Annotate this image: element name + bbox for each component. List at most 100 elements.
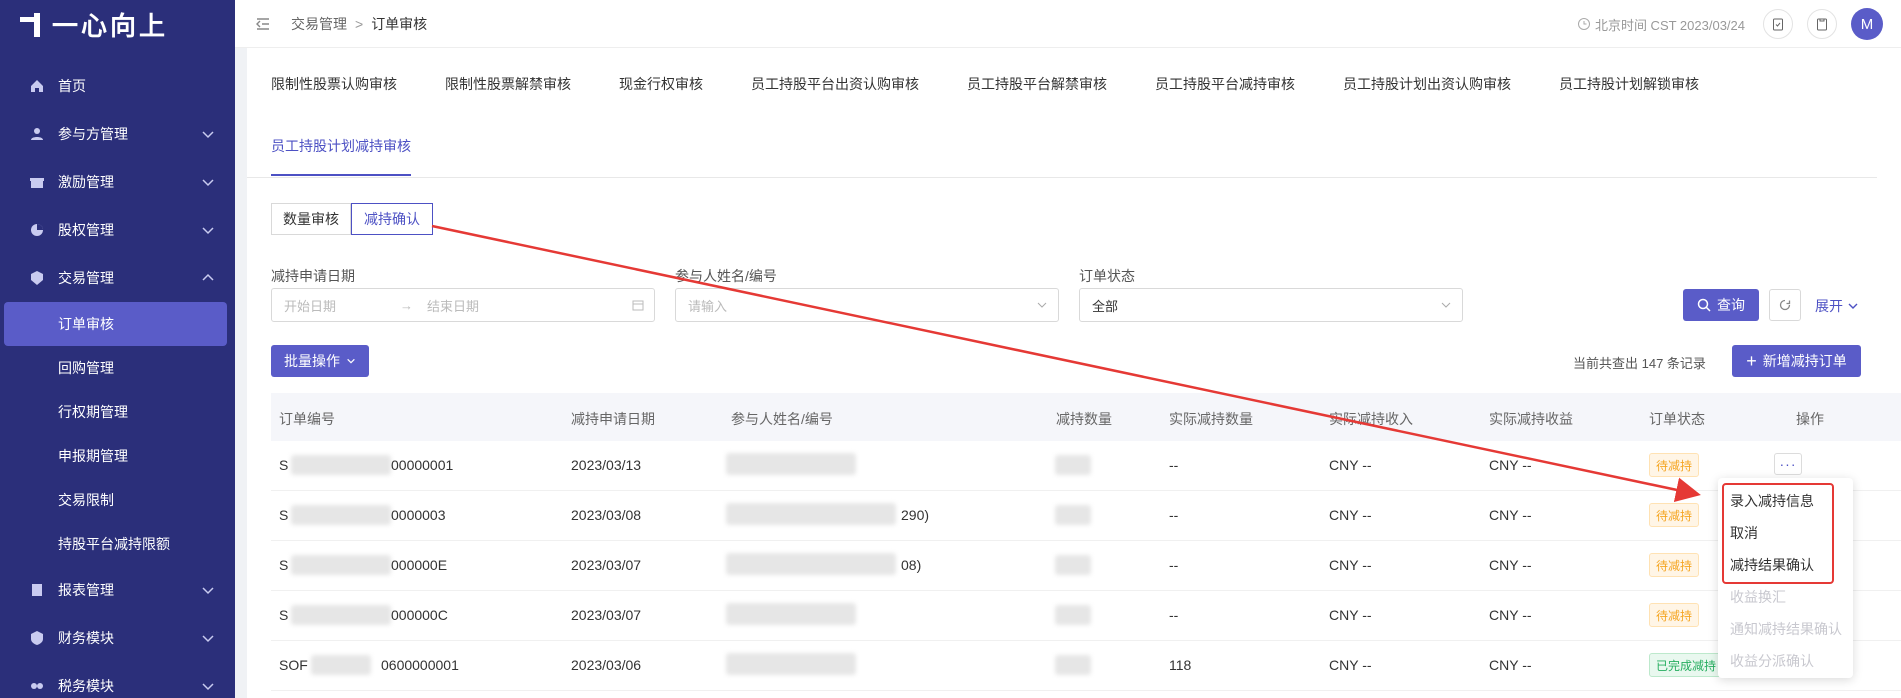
date-range-picker[interactable]: 开始日期 → 结束日期 [271,288,655,322]
clipboard-icon [1817,18,1827,31]
server-time: 北京时间 CST 2023/03/24 [1577,15,1745,34]
segment-reduce-confirm[interactable]: 减持确认 [351,203,433,235]
tab-plan-subscribe[interactable]: 员工持股计划出资认购审核 [1343,74,1511,94]
sidebar-item-label: 报表管理 [58,582,114,598]
status-filter-label: 订单状态 [1079,268,1135,284]
status-selected-value: 全部 [1092,298,1119,314]
status-badge: 已完成减持 [1649,653,1724,677]
top-header: 交易管理 > 订单审核 北京时间 CST 2023/03/24 M [235,0,1901,48]
breadcrumb-item[interactable]: 交易管理 [291,14,347,34]
actual-qty: 118 [1169,657,1192,673]
table-row[interactable]: S 0000003 2023/03/08 290) -- CNY -- CNY -- 待减持 [271,491,1901,541]
sidebar-item-label: 财务模块 [58,630,114,646]
chevron-down-icon [202,179,214,187]
actual-qty: -- [1169,557,1179,573]
chevron-down-icon [1441,302,1451,308]
notes-button[interactable] [1807,9,1837,39]
col-actual-profit: 实际减持收益 [1489,411,1573,427]
participant-select[interactable]: 请输入 [675,288,1059,322]
status-select[interactable]: 全部 [1079,288,1463,322]
sidebar-item-label: 参与方管理 [58,126,128,142]
reset-button[interactable] [1769,289,1801,321]
actual-qty: -- [1169,457,1179,473]
actual-qty: -- [1169,607,1179,623]
participant-placeholder: 请输入 [688,298,728,314]
order-id-suffix: 0000003 [391,507,446,523]
sidebar-item-finance[interactable]: 财务模块 [0,614,235,662]
task-button[interactable] [1763,9,1793,39]
calendar-icon [632,300,644,311]
actual-profit: CNY -- [1489,457,1532,473]
actual-income: CNY -- [1329,557,1372,573]
record-count: 当前共查出 147 条记录 [1573,356,1706,371]
order-id-suffix: 00000001 [391,457,454,473]
sidebar-item-incentive[interactable]: 激励管理 [0,158,235,206]
date-filter-label: 减持申请日期 [271,268,355,284]
segment-quantity-review[interactable]: 数量审核 [271,203,351,235]
sidebar-item-label: 激励管理 [58,174,114,190]
status-badge: 待减持 [1649,603,1700,627]
query-button[interactable]: 查询 [1683,289,1759,321]
sidebar-item-equity[interactable]: 股权管理 [0,206,235,254]
end-date-input[interactable]: 结束日期 [427,296,479,315]
batch-operation-button[interactable]: 批量操作 [271,345,369,377]
annotation-highlight-box [1722,483,1834,584]
apply-date: 2023/03/13 [571,457,642,473]
sidebar-item-trade[interactable]: 交易管理 [0,254,235,302]
sidebar-subitem-exercise-period[interactable]: 行权期管理 [0,390,235,434]
redacted-block [1055,505,1091,525]
tab-cash-exercise[interactable]: 现金行权审核 [619,74,703,94]
redacted-block [1055,655,1091,675]
apply-date: 2023/03/06 [571,657,642,673]
user-avatar[interactable]: M [1851,8,1883,40]
sidebar-subitem-order-review[interactable]: 订单审核 [4,302,227,346]
redacted-block [726,603,856,625]
sidebar-subitem-trade-limit[interactable]: 交易限制 [0,478,235,522]
report-icon [28,581,46,599]
table-header: 订单编号 减持申请日期 参与人姓名/编号 减持数量 实际减持数量 实际减持收入 … [271,393,1901,441]
actual-profit: CNY -- [1489,557,1532,573]
status-badge: 待减持 [1649,453,1700,477]
redacted-block [726,553,896,575]
table-row[interactable]: S 000000C 2023/03/07 -- CNY -- CNY -- 待减持 [271,591,1901,641]
table-row[interactable]: S 00000001 2023/03/13 -- CNY -- CNY -- 待减持 [271,441,1901,491]
tab-plan-unlock[interactable]: 员工持股计划解锁审核 [1559,74,1699,94]
tab-platform-subscribe[interactable]: 员工持股平台出资认购审核 [751,74,919,94]
sidebar-subitem-buyback[interactable]: 回购管理 [0,346,235,390]
table-row[interactable]: SOF 0600000001 2023/03/06 118 CNY -- CNY -- 已完… [271,641,1901,691]
sidebar-item-home[interactable]: 首页 [0,62,235,110]
table-row[interactable]: S 000000E 2023/03/07 08) -- CNY -- CNY -- 待减持 [271,541,1901,591]
order-id-suffix: 000000E [391,557,448,573]
actual-income: CNY -- [1329,507,1372,523]
tab-restricted-subscribe[interactable]: 限制性股票认购审核 [271,74,397,94]
sidebar-subitem-declare-period[interactable]: 申报期管理 [0,434,235,478]
col-reduce-qty: 减持数量 [1056,411,1112,427]
brand-logo[interactable]: 一心向上 [0,0,235,48]
tab-restricted-unlock[interactable]: 限制性股票解禁审核 [445,74,571,94]
sidebar-item-report[interactable]: 报表管理 [0,566,235,614]
redacted-block [726,503,896,525]
sidebar-item-participants[interactable]: 参与方管理 [0,110,235,158]
refresh-icon [1779,299,1791,311]
sidebar-subitem-platform-limit[interactable]: 持股平台减持限额 [0,522,235,566]
add-reduce-order-button[interactable]: + 新增减持订单 [1732,345,1861,377]
collapse-menu-icon[interactable] [255,16,271,32]
redacted-block [1055,455,1091,475]
tab-plan-reduce[interactable]: 员工持股计划减持审核 [271,136,411,156]
finance-icon [28,629,46,647]
sidebar: 一心向上 首页 参与方管理 激励管理 股权管理 交易管理 订单审核 回购管理 行… [0,0,235,698]
home-icon [28,77,46,95]
expand-label: 展开 [1815,298,1843,314]
start-date-input[interactable]: 开始日期 [284,296,336,315]
expand-filters-link[interactable]: 展开 [1815,296,1859,316]
order-id-prefix: S [279,457,289,473]
row-more-actions-button[interactable]: ··· [1774,453,1802,475]
actual-profit: CNY -- [1489,507,1532,523]
col-actual-income: 实际减持收入 [1329,411,1413,427]
sidebar-item-tax[interactable]: 税务模块 [0,662,235,698]
menu-item-profit-distribution-confirm: 收益分派确认 [1730,653,1814,669]
chevron-down-icon [202,635,214,643]
actual-profit: CNY -- [1489,657,1532,673]
tab-platform-unlock[interactable]: 员工持股平台解禁审核 [967,74,1107,94]
tab-platform-reduce[interactable]: 员工持股平台减持审核 [1155,74,1295,94]
